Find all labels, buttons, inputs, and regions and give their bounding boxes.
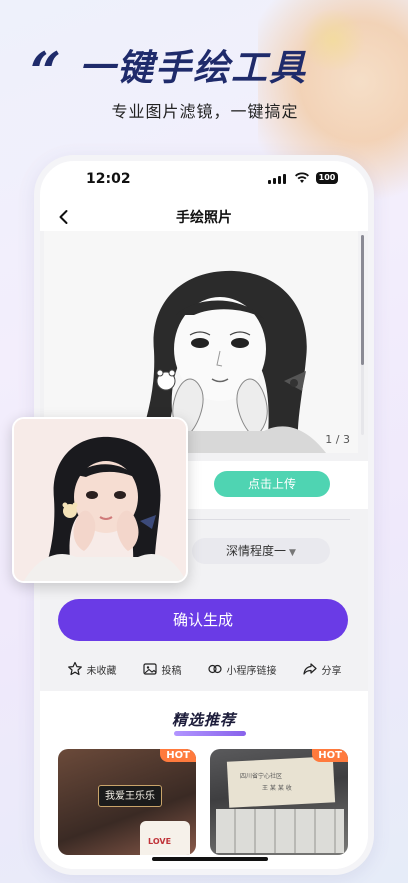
- favorite-action[interactable]: 未收藏: [67, 661, 117, 677]
- share-action[interactable]: 分享: [302, 661, 342, 677]
- hot-badge: HOT: [312, 749, 348, 762]
- confirm-generate-button[interactable]: 确认生成: [58, 599, 348, 641]
- original-photo-drawing: [14, 419, 186, 581]
- home-indicator: [152, 857, 268, 861]
- page-indicator: 1 / 3: [325, 433, 350, 446]
- cash-image: [216, 809, 344, 853]
- envelope-text: 四川省宁心社区: [240, 773, 283, 780]
- envelope-image: [226, 756, 336, 808]
- scrollbar-thumb[interactable]: [361, 235, 364, 365]
- card-sign-text: 我爱王乐乐: [98, 785, 162, 807]
- recommend-title: 精选推荐: [171, 711, 236, 729]
- signal-icon: [268, 174, 286, 184]
- headline: “ 一键手绘工具: [30, 40, 308, 99]
- image-icon: [142, 663, 157, 675]
- mini-program-link-label: 小程序链接: [226, 665, 277, 677]
- mini-program-link-action[interactable]: 小程序链接: [207, 661, 277, 677]
- link-icon: [207, 664, 222, 674]
- hot-badge: HOT: [160, 749, 196, 762]
- recommend-title-underline: [174, 731, 246, 736]
- headline-title: 一键手绘工具: [79, 48, 308, 89]
- original-photo: [12, 417, 188, 583]
- share-icon: [302, 663, 317, 675]
- star-icon: [67, 661, 82, 676]
- style-dropdown-value: 深情程度一: [226, 544, 287, 558]
- page-title: 手绘照片: [176, 210, 232, 226]
- share-label: 分享: [321, 665, 342, 677]
- recommend-section: 精选推荐 我爱王乐乐 LOVE HOT 四川省宁心社区 王 某 某 收 HOT: [40, 691, 368, 869]
- cake-text: LOVE: [148, 837, 172, 846]
- action-row: 未收藏 投稿 小程序链接 分享: [40, 651, 368, 687]
- headline-subtitle: 专业图片滤镜，一键搞定: [111, 102, 299, 121]
- recommend-card[interactable]: 四川省宁心社区 王 某 某 收 HOT: [210, 749, 348, 855]
- status-bar: 12:02 100: [40, 161, 368, 197]
- wifi-icon: [295, 172, 309, 183]
- recommend-card[interactable]: 我爱王乐乐 LOVE HOT: [58, 749, 196, 855]
- battery-icon: 100: [316, 172, 338, 184]
- style-dropdown[interactable]: 深情程度一 ▼: [192, 538, 330, 564]
- favorite-label: 未收藏: [86, 665, 117, 677]
- upload-button[interactable]: 点击上传: [214, 471, 330, 497]
- caret-down-icon: ▼: [289, 548, 296, 558]
- envelope-text: 王 某 某 收: [262, 785, 292, 792]
- quote-mark: “: [30, 40, 62, 104]
- cartoon-decoration-glow: [298, 10, 368, 70]
- submit-action[interactable]: 投稿: [142, 661, 182, 677]
- submit-label: 投稿: [161, 665, 182, 677]
- status-time: 12:02: [86, 171, 131, 187]
